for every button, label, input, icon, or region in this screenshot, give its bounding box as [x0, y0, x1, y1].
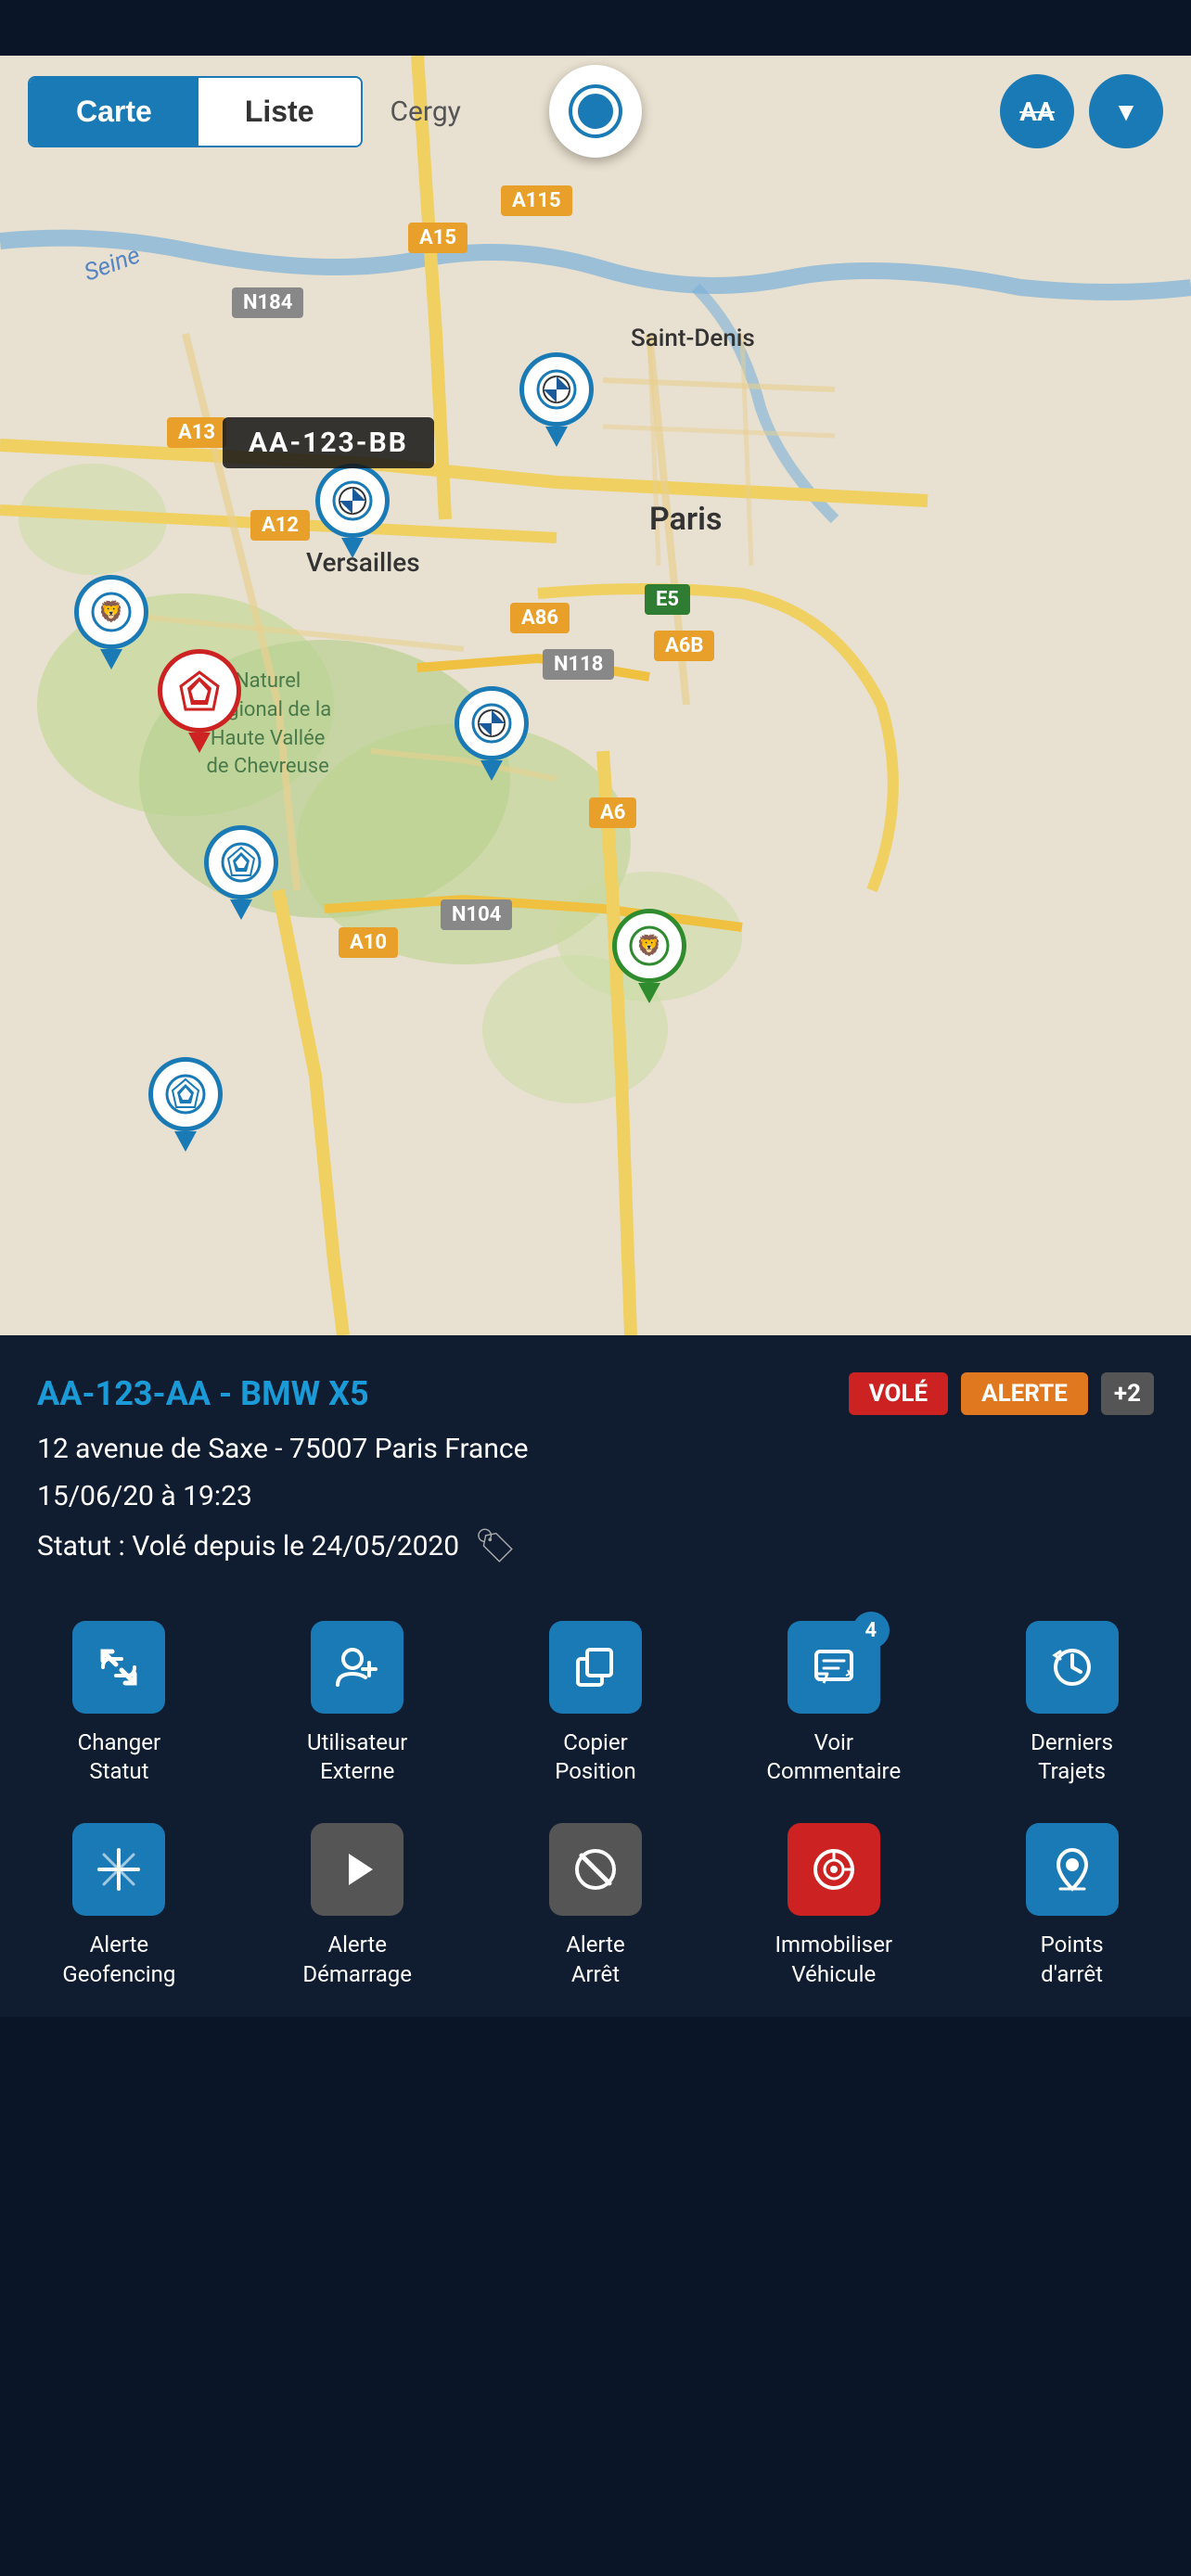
derniers-trajets-icon	[1026, 1621, 1119, 1714]
badge-vole: VOLÉ	[849, 1372, 948, 1415]
road-a6b: A6B	[654, 631, 714, 661]
action-alerte-geofencing[interactable]: AlerteGeofencing	[0, 1804, 238, 2007]
alerte-geofencing-icon	[72, 1823, 165, 1916]
action-changer-statut[interactable]: ChangerStatut	[0, 1602, 238, 1804]
road-n184: N184	[232, 287, 303, 318]
vehicle-header: AA-123-AA - BMW X5 VOLÉ ALERTE +2	[37, 1372, 1154, 1415]
text-size-button[interactable]: AA	[1000, 74, 1074, 148]
copier-position-label: CopierPosition	[555, 1728, 636, 1786]
pin-peugeot-1[interactable]: 🦁	[74, 575, 148, 670]
immobiliser-vehicule-label: ImmobiliserVéhicule	[775, 1931, 893, 1988]
pin-bmw-2[interactable]	[315, 464, 390, 558]
pin-tail-peugeot1	[100, 649, 122, 670]
action-alerte-arret[interactable]: AlerteArrêt	[477, 1804, 715, 2007]
vehicle-title[interactable]: AA-123-AA - BMW X5	[37, 1374, 369, 1413]
pin-circle-bmw2	[315, 464, 390, 538]
changer-statut-icon	[72, 1621, 165, 1714]
road-a86: A86	[510, 603, 570, 633]
pin-circle-renault2	[204, 825, 278, 899]
action-utilisateur-externe[interactable]: UtilisateurExterne	[238, 1602, 477, 1804]
pin-renault-2[interactable]	[204, 825, 278, 920]
pin-tail-bmw1	[545, 427, 568, 447]
immobiliser-vehicule-icon	[788, 1823, 880, 1916]
road-a6: A6	[589, 797, 636, 828]
pin-circle-bmw1	[519, 352, 594, 427]
alerte-demarrage-label: AlerteDémarrage	[302, 1931, 412, 1988]
road-a12: A12	[250, 510, 310, 541]
vehicle-datetime: 15/06/20 à 19:23	[37, 1475, 1154, 1517]
pin-circle-renault-red	[158, 649, 241, 733]
status-text: Statut : Volé depuis le 24/05/2020	[37, 1530, 459, 1562]
commentaire-badge: 4	[852, 1612, 890, 1649]
tab-liste[interactable]: Liste	[198, 78, 361, 146]
pin-renault-3[interactable]	[148, 1057, 223, 1152]
view-tab-group: Carte Liste	[28, 76, 363, 147]
points-darret-label: Pointsd'arrêt	[1041, 1931, 1104, 1988]
pin-circle-peugeot-green: 🦁	[612, 909, 686, 983]
changer-statut-label: ChangerStatut	[78, 1728, 160, 1786]
pin-renault-red[interactable]	[158, 649, 241, 753]
vehicle-plate-label[interactable]: AA-123-BB	[223, 417, 434, 468]
pin-peugeot-green[interactable]: 🦁	[612, 909, 686, 1003]
vehicle-address: 12 avenue de Saxe - 75007 Paris France	[37, 1428, 1154, 1470]
utilisateur-externe-label: UtilisateurExterne	[307, 1728, 407, 1786]
vehicle-panel: AA-123-AA - BMW X5 VOLÉ ALERTE +2 12 ave…	[0, 1335, 1191, 2017]
filter-button[interactable]: ▼	[1089, 74, 1163, 148]
action-derniers-trajets[interactable]: DerniersTrajets	[953, 1602, 1191, 1804]
pin-tail-renault3	[174, 1131, 197, 1152]
status-bar	[0, 0, 1191, 56]
pin-circle-peugeot1: 🦁	[74, 575, 148, 649]
pin-circle-renault3	[148, 1057, 223, 1131]
badge-alerte: ALERTE	[961, 1372, 1088, 1415]
pin-tail-renault-red	[188, 733, 211, 753]
svg-text:🦁: 🦁	[98, 600, 123, 624]
svg-text:🦁: 🦁	[636, 934, 661, 958]
action-voir-commentaire[interactable]: 4 VoirCommentaire	[714, 1602, 953, 1804]
alerte-demarrage-icon	[311, 1823, 403, 1916]
road-a15: A15	[408, 223, 467, 253]
points-darret-icon	[1026, 1823, 1119, 1916]
action-immobiliser-vehicule[interactable]: ImmobiliserVéhicule	[714, 1804, 953, 2007]
badge-count: +2	[1101, 1372, 1154, 1415]
pin-tail-renault2	[230, 899, 252, 920]
copier-position-icon	[549, 1621, 642, 1714]
action-copier-position[interactable]: CopierPosition	[477, 1602, 715, 1804]
action-points-darret[interactable]: Pointsd'arrêt	[953, 1804, 1191, 2007]
tag-icon: 🏷	[474, 1526, 517, 1565]
badge-group: VOLÉ ALERTE +2	[849, 1372, 1154, 1415]
road-a115: A115	[501, 185, 572, 216]
map-container: Carte Liste Cergy AA ▼ A115 A15 N184 A13…	[0, 56, 1191, 1335]
action-alerte-demarrage[interactable]: AlerteDémarrage	[238, 1804, 477, 2007]
alerte-geofencing-label: AlerteGeofencing	[62, 1931, 175, 1988]
my-location-button[interactable]	[549, 65, 642, 158]
pin-tail-peugeot-green	[638, 983, 660, 1003]
vehicle-status: Statut : Volé depuis le 24/05/2020 🏷	[37, 1526, 1154, 1565]
vehicle-info-section: AA-123-AA - BMW X5 VOLÉ ALERTE +2 12 ave…	[0, 1335, 1191, 1584]
pin-circle-bmw3	[455, 686, 529, 760]
utilisateur-externe-icon	[311, 1621, 403, 1714]
alerte-arret-label: AlerteArrêt	[566, 1931, 625, 1988]
pin-tail-bmw3	[480, 760, 503, 781]
voir-commentaire-icon: 4	[788, 1621, 880, 1714]
filter-icon: ▼	[1113, 96, 1139, 127]
pin-bmw-3[interactable]	[455, 686, 529, 781]
voir-commentaire-label: VoirCommentaire	[766, 1728, 901, 1786]
pin-bmw-1[interactable]	[519, 352, 594, 447]
actions-grid: ChangerStatut UtilisateurExterne CopierP…	[0, 1584, 1191, 2017]
location-dot	[572, 88, 619, 134]
road-e5: E5	[645, 584, 690, 615]
alerte-arret-icon	[549, 1823, 642, 1916]
road-n118: N118	[543, 649, 614, 680]
map-icon-buttons: AA ▼	[1000, 74, 1163, 148]
road-a13: A13	[167, 417, 226, 448]
road-a10: A10	[339, 927, 398, 958]
tab-carte[interactable]: Carte	[30, 78, 198, 146]
road-n104: N104	[441, 899, 512, 930]
location-label: Cergy	[391, 96, 461, 128]
pin-tail-bmw2	[341, 538, 364, 558]
text-size-icon: AA	[1019, 96, 1055, 127]
derniers-trajets-label: DerniersTrajets	[1031, 1728, 1113, 1786]
